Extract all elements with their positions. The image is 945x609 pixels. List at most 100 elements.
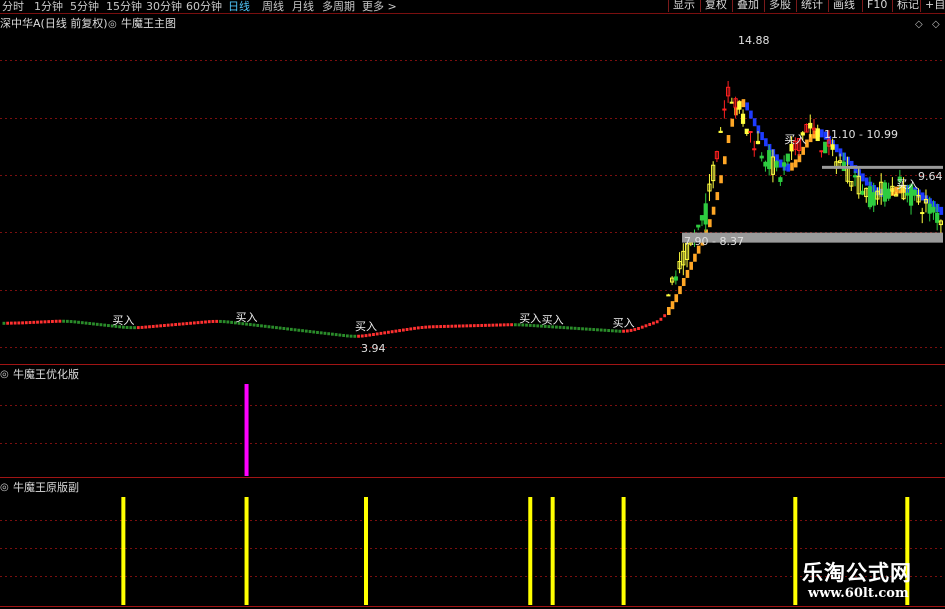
trend-dot [584, 327, 588, 331]
candle-body [755, 140, 761, 145]
resistance-band [822, 165, 943, 169]
trend-dot [304, 329, 308, 333]
trend-dot [319, 331, 323, 335]
minimize-diamond-icon[interactable]: ◇ [932, 19, 940, 30]
trend-dot [487, 323, 491, 327]
candle-body [860, 190, 865, 195]
candle-body [696, 224, 701, 228]
candle-body [748, 131, 753, 134]
trend-dot [51, 319, 54, 323]
trend-dot [465, 324, 469, 328]
trend-dot [379, 331, 383, 335]
trend-dot [693, 253, 697, 262]
trend-dot [670, 301, 675, 310]
candle-body [729, 101, 734, 104]
settings-diamond-icon[interactable]: ◇ [915, 19, 923, 30]
trend-dot [745, 102, 749, 111]
trend-dot [715, 192, 720, 201]
trend-dot [80, 321, 84, 325]
buy-signal-label: 买入 [112, 314, 134, 327]
trend-dot [790, 162, 794, 171]
trend-dot [431, 325, 435, 329]
trend-dot [764, 138, 768, 147]
trend-dot [708, 219, 712, 228]
grid-lines [0, 13, 945, 607]
trend-dot [28, 321, 32, 325]
trend-dot [603, 328, 607, 332]
candle-body [774, 161, 779, 168]
trend-dot [383, 331, 387, 335]
trend-dot [107, 324, 110, 328]
panel3-collapse-icon[interactable]: ◎ [0, 482, 9, 493]
trend-dot [327, 332, 331, 336]
trend-dot [513, 323, 517, 327]
trend-dot [204, 320, 207, 324]
trend-dot [282, 326, 286, 330]
trend-dot [144, 325, 148, 329]
trend-dot [177, 322, 181, 326]
candle-body [830, 144, 835, 150]
trend-dot [148, 325, 151, 329]
panel2-title: 牛魔王优化版 [13, 367, 79, 381]
candle-body [871, 192, 876, 206]
trend-dot [189, 321, 192, 325]
panel3-signal-bar [550, 497, 555, 605]
trend-dot [185, 322, 189, 326]
trend-dot [99, 323, 103, 327]
trend-dot [450, 324, 454, 328]
trend-dot [596, 328, 599, 332]
trend-dot [353, 334, 357, 338]
trend-dot [390, 330, 394, 334]
trend-dot [722, 156, 727, 165]
trend-dot [260, 324, 263, 328]
trend-dot [730, 118, 735, 127]
watermark-title: 乐淘公式网 [802, 560, 912, 585]
trend-dot [263, 324, 267, 328]
candle-body [718, 130, 723, 133]
trend-dot [681, 278, 686, 287]
trend-dot [588, 327, 592, 331]
trend-dot [24, 321, 28, 325]
trend-dot [331, 332, 334, 336]
trend-dot [289, 327, 293, 331]
panel2-collapse-icon[interactable]: ◎ [0, 369, 9, 380]
panel3-signal-bar [793, 497, 798, 605]
trend-dot [439, 325, 443, 329]
trend-dot [652, 321, 655, 325]
trend-dot [312, 330, 316, 334]
candle-body [744, 128, 749, 135]
panel3-title: 牛魔王原版副 [13, 480, 79, 494]
trend-dot [77, 320, 80, 324]
trend-dot [368, 333, 372, 337]
candle-body [699, 215, 705, 221]
support-label: 7.90 - 8.37 [684, 235, 744, 248]
trend-dot [360, 334, 364, 338]
candle-body [931, 206, 936, 213]
buy-signal-label: 买入 [236, 311, 258, 324]
trend-dot [13, 321, 17, 325]
buy-signal-label: 买入 [613, 317, 635, 330]
buy-signal-label: 买入 [896, 178, 918, 191]
indicator-collapse-icon[interactable]: ◎ [108, 19, 117, 30]
sub-panel-bars [121, 384, 910, 605]
trend-dot [413, 326, 416, 330]
trend-dot [569, 326, 573, 330]
kline-chart[interactable]: 买入 买入买入买入 买入 买入买入买入 深中华A(日线 前复权) ◎ 牛魔王主图 ◇ … [0, 0, 945, 609]
candle-body [819, 150, 824, 153]
main-indicator-name: 牛魔王主图 [121, 16, 176, 30]
trend-dot [398, 329, 402, 333]
candle-body [935, 212, 940, 223]
trend-dot [271, 325, 275, 329]
buy-signal-label: 买入 [519, 312, 541, 325]
trend-dot [689, 261, 693, 270]
candle-body [737, 101, 742, 110]
trend-dot [618, 329, 622, 333]
trend-dot [420, 325, 424, 329]
trend-dot [151, 324, 155, 328]
trend-dot [786, 163, 791, 172]
trend-dot [73, 320, 77, 324]
trend-dot [674, 294, 679, 303]
candle-body [815, 128, 820, 142]
main-panel-title: 深中华A(日线 前复权) [0, 16, 108, 30]
trend-dot [577, 327, 581, 331]
